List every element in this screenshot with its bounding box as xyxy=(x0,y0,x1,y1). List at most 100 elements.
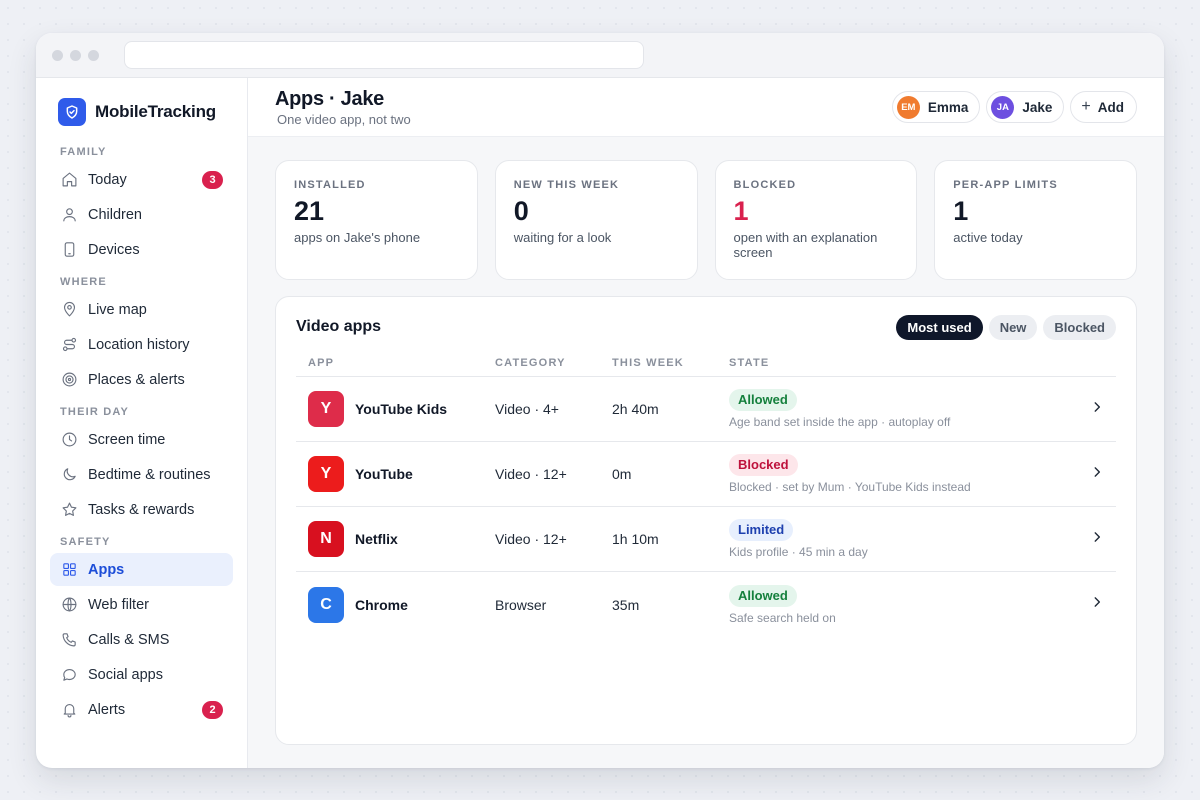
filter-most-used[interactable]: Most used xyxy=(896,314,983,340)
sidebar-item-children[interactable]: Children xyxy=(50,198,233,231)
app-cell: N Netflix xyxy=(296,521,495,557)
avatar: EM xyxy=(896,95,920,119)
window-controls xyxy=(52,49,99,61)
add-profile-button[interactable]: + Add xyxy=(1070,91,1137,123)
app-state-cell: Blocked Blocked · set by Mum · YouTube Ki… xyxy=(729,454,1116,494)
brand-name: MobileTracking xyxy=(95,102,216,121)
youtube-app-icon: Y xyxy=(308,456,344,492)
maximize-dot[interactable] xyxy=(88,49,99,61)
minimize-dot[interactable] xyxy=(70,49,81,61)
chat-icon xyxy=(60,666,78,684)
star-icon xyxy=(60,501,78,519)
phone-call-icon xyxy=(60,631,78,649)
table-row[interactable]: C Chrome Browser 35m Allowed Safe search held… xyxy=(296,572,1116,637)
page-subtitle: One video app, not two xyxy=(277,111,411,127)
sidebar-item-label: Devices xyxy=(88,241,140,258)
target-icon xyxy=(60,371,78,389)
stat-value: 21 xyxy=(294,196,325,226)
app-usage-this-week: 2h 40m xyxy=(612,401,659,417)
sidebar-item-label: Places & alerts xyxy=(88,371,185,388)
netflix-app-icon: N xyxy=(308,521,344,557)
sidebar-item-web-filter[interactable]: Web filter xyxy=(50,588,233,621)
filter-new[interactable]: New xyxy=(988,314,1038,340)
stat-label: BLOCKED xyxy=(733,179,797,191)
phone-icon xyxy=(60,241,78,259)
sidebar-item-label: Location history xyxy=(88,336,190,353)
plus-icon: + xyxy=(1081,98,1091,115)
stat-description: apps on Jake's phone xyxy=(294,229,421,245)
app-cell: Y YouTube xyxy=(296,456,495,492)
app-cell: C Chrome xyxy=(296,586,495,623)
browser-window: MobileTracking FAMILY Today 3 Children Devic… xyxy=(36,33,1164,768)
count-badge: 3 xyxy=(202,171,223,189)
sidebar-item-social-apps[interactable]: Social apps xyxy=(50,658,233,691)
section-label-family: FAMILY xyxy=(60,146,107,158)
profile-pill-jake[interactable]: JA Jake xyxy=(986,91,1065,123)
main-content: Apps · Jake One video app, not two EM Emm… xyxy=(248,78,1164,768)
add-label: Add xyxy=(1097,99,1124,115)
profile-name: Jake xyxy=(1022,99,1053,115)
chevron-right-icon[interactable] xyxy=(1090,465,1104,484)
close-dot[interactable] xyxy=(52,49,63,61)
app-category: Video · 4+ xyxy=(495,401,559,417)
bell-icon xyxy=(60,701,78,719)
state-note: Blocked · set by Mum · YouTube Kids inst… xyxy=(729,480,971,494)
chevron-right-icon[interactable] xyxy=(1090,595,1104,614)
sidebar-item-label: Social apps xyxy=(88,666,163,683)
sidebar-item-label: Apps xyxy=(88,561,125,578)
app-usage-this-week: 35m xyxy=(612,596,640,613)
page-title: Apps · Jake xyxy=(275,87,384,110)
table-row[interactable]: Y YouTube Kids Video · 4+ 2h 40m Allowed Age … xyxy=(296,377,1116,442)
sidebar-item-calls-and-sms[interactable]: Calls & SMS xyxy=(50,623,233,656)
state-note: Safe search held on xyxy=(729,610,836,625)
clock-icon xyxy=(60,431,78,449)
sidebar-item-screen-time[interactable]: Screen time xyxy=(50,423,233,456)
app-state-cell: Allowed Age band set inside the app · aut… xyxy=(729,389,1116,429)
stat-description: open with an explanation screen xyxy=(733,229,878,261)
shield-logo-icon xyxy=(58,98,86,126)
sidebar-item-bedtime-and-routines[interactable]: Bedtime & routines xyxy=(50,458,233,491)
stat-value: 0 xyxy=(513,196,529,226)
chevron-right-icon[interactable] xyxy=(1090,400,1104,419)
app-name: YouTube Kids xyxy=(355,401,448,417)
table-row[interactable]: Y YouTube Video · 12+ 0m Blocked Blocked · se… xyxy=(296,442,1116,507)
home-icon xyxy=(60,171,78,189)
filter-blocked[interactable]: Blocked xyxy=(1043,314,1116,340)
sidebar-item-tasks-and-rewards[interactable]: Tasks & rewards xyxy=(50,493,233,526)
sidebar-item-alerts[interactable]: Alerts 2 xyxy=(50,693,233,726)
status-badge: Limited xyxy=(729,519,794,541)
address-bar[interactable] xyxy=(124,41,644,69)
table-header: APP CATEGORY THIS WEEK STATE xyxy=(296,357,1116,377)
stat-card-blocked: BLOCKED 1 open with an explanation screen xyxy=(714,160,918,280)
filter-segment: Most used New Blocked xyxy=(896,314,1116,340)
section-label-safety: SAFETY xyxy=(60,536,111,548)
sidebar-item-live-map[interactable]: Live map xyxy=(50,293,233,326)
sidebar-item-apps[interactable]: Apps xyxy=(50,553,233,586)
sidebar-item-label: Alerts xyxy=(88,701,126,718)
sidebar-item-location-history[interactable]: Location history xyxy=(50,328,233,361)
chevron-right-icon[interactable] xyxy=(1090,530,1104,549)
stat-label: INSTALLED xyxy=(294,179,366,191)
page-header: Apps · Jake One video app, not two EM Emm… xyxy=(248,78,1164,137)
user-icon xyxy=(60,206,78,224)
sidebar-item-devices[interactable]: Devices xyxy=(50,233,233,266)
brand[interactable]: MobileTracking xyxy=(50,98,233,126)
profile-pill-emma[interactable]: EM Emma xyxy=(891,91,981,123)
app-state-cell: Allowed Safe search held on xyxy=(729,584,1116,625)
stat-description: active today xyxy=(953,229,1023,245)
sidebar-item-today[interactable]: Today 3 xyxy=(50,163,233,196)
sidebar-item-label: Tasks & rewards xyxy=(88,501,195,518)
table-row[interactable]: N Netflix Video · 12+ 1h 10m Limited Kids pro… xyxy=(296,507,1116,572)
stats-row: INSTALLED 21 apps on Jake's phone NEW THIS … xyxy=(275,160,1137,280)
sidebar-item-label: Children xyxy=(88,206,142,223)
section-label-their-day: THEIR DAY xyxy=(60,406,130,418)
app-category: Video · 12+ xyxy=(495,531,567,547)
stat-card-new-this-week: NEW THIS WEEK 0 waiting for a look xyxy=(494,160,698,280)
sidebar-item-places-and-alerts[interactable]: Places & alerts xyxy=(50,363,233,396)
column-header-category: CATEGORY xyxy=(495,357,566,369)
state-note: Age band set inside the app · autoplay o… xyxy=(729,415,951,429)
title-bar xyxy=(36,33,1164,78)
sidebar: MobileTracking FAMILY Today 3 Children Devic… xyxy=(36,78,248,768)
sidebar-nav: FAMILY Today 3 Children Devices WHERE Live map… xyxy=(50,146,233,726)
stat-description: waiting for a look xyxy=(513,229,612,245)
